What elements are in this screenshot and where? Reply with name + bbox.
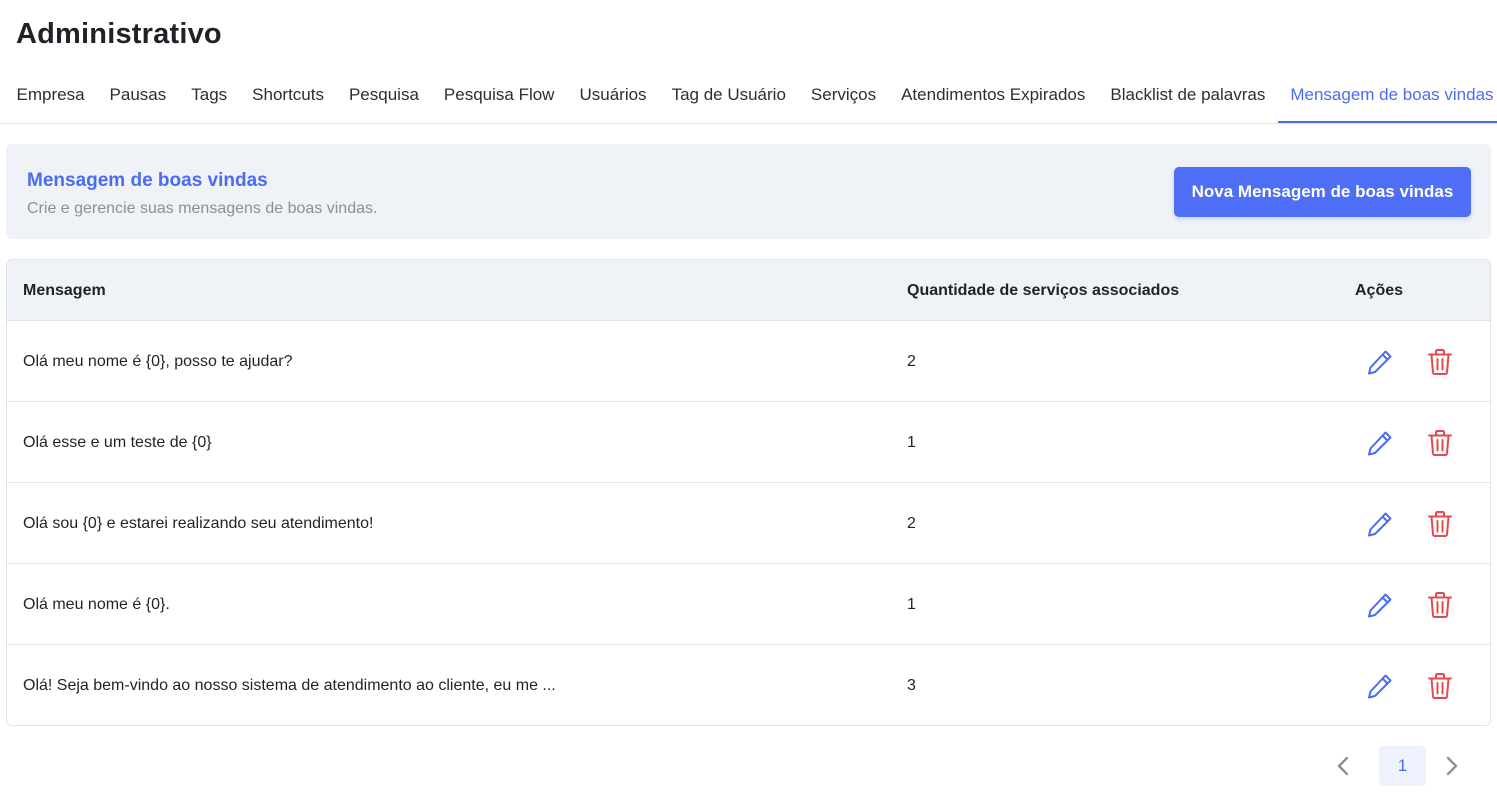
trash-icon [1427, 591, 1453, 619]
row-services-count: 3 [907, 676, 916, 694]
delete-button[interactable] [1424, 589, 1456, 621]
pencil-icon [1366, 672, 1394, 700]
section-title: Mensagem de boas vindas [27, 170, 268, 191]
row-message: Olá esse e um teste de {0} [23, 433, 212, 451]
table-row: Olá! Seja bem-vindo ao nosso sistema de … [7, 645, 1490, 725]
column-header-actions: Ações [1355, 281, 1404, 299]
tab-pausas[interactable]: Pausas [97, 70, 179, 123]
tab-tags[interactable]: Tags [179, 70, 240, 123]
row-message: Olá! Seja bem-vindo ao nosso sistema de … [23, 676, 556, 694]
table-row: Olá sou {0} e estarei realizando seu ate… [7, 483, 1490, 564]
trash-icon [1427, 429, 1453, 457]
tab-usuarios[interactable]: Usuários [567, 70, 659, 123]
previous-page-button[interactable] [1325, 746, 1361, 786]
edit-button[interactable] [1364, 670, 1396, 702]
new-welcome-message-button[interactable]: Nova Mensagem de boas vindas [1174, 167, 1471, 217]
tab-atendimentos-expirados[interactable]: Atendimentos Expirados [889, 70, 1098, 123]
edit-button[interactable] [1364, 427, 1396, 459]
row-services-count: 1 [907, 433, 916, 451]
chevron-right-icon [1446, 756, 1458, 776]
tab-shortcuts[interactable]: Shortcuts [240, 70, 337, 123]
row-message: Olá meu nome é {0}, posso te ajudar? [23, 352, 293, 370]
row-services-count: 1 [907, 595, 916, 613]
row-services-count: 2 [907, 514, 916, 532]
table-header: Mensagem Quantidade de serviços associad… [7, 260, 1490, 321]
edit-button[interactable] [1364, 508, 1396, 540]
page-number-button[interactable]: 1 [1379, 746, 1426, 786]
section-header: Mensagem de boas vindas Crie e gerencie … [6, 144, 1491, 239]
delete-button[interactable] [1424, 508, 1456, 540]
row-services-count: 2 [907, 352, 916, 370]
edit-button[interactable] [1364, 346, 1396, 378]
section-subtitle: Crie e gerencie suas mensagens de boas v… [27, 200, 378, 217]
table-row: Olá esse e um teste de {0} 1 [7, 402, 1490, 483]
pencil-icon [1366, 348, 1394, 376]
column-header-message: Mensagem [23, 281, 106, 299]
admin-tabs: Empresa Pausas Tags Shortcuts Pesquisa Pesqui… [0, 70, 1497, 124]
pagination: 1 [1325, 746, 1470, 786]
page-title: Administrativo [16, 18, 222, 50]
table-body: Olá meu nome é {0}, posso te ajudar? 2 Olá… [7, 321, 1490, 725]
table-row: Olá meu nome é {0}. 1 [7, 564, 1490, 645]
pencil-icon [1366, 429, 1394, 457]
tab-blacklist-de-palavras[interactable]: Blacklist de palavras [1098, 70, 1278, 123]
tab-servicos[interactable]: Serviços [798, 70, 888, 123]
tab-pesquisa[interactable]: Pesquisa [336, 70, 431, 123]
tab-mensagem-de-boas-vindas[interactable]: Mensagem de boas vindas [1277, 70, 1497, 123]
row-message: Olá sou {0} e estarei realizando seu ate… [23, 514, 374, 532]
delete-button[interactable] [1424, 670, 1456, 702]
tab-empresa[interactable]: Empresa [4, 70, 97, 123]
delete-button[interactable] [1424, 346, 1456, 378]
pencil-icon [1366, 591, 1394, 619]
trash-icon [1427, 510, 1453, 538]
tab-pesquisa-flow[interactable]: Pesquisa Flow [431, 70, 567, 123]
welcome-messages-table: Mensagem Quantidade de serviços associad… [6, 259, 1491, 726]
column-header-services-count: Quantidade de serviços associados [907, 281, 1180, 299]
row-message: Olá meu nome é {0}. [23, 595, 170, 613]
delete-button[interactable] [1424, 427, 1456, 459]
pencil-icon [1366, 510, 1394, 538]
chevron-left-icon [1337, 756, 1349, 776]
tab-tag-de-usuario[interactable]: Tag de Usuário [659, 70, 798, 123]
trash-icon [1427, 348, 1453, 376]
edit-button[interactable] [1364, 589, 1396, 621]
next-page-button[interactable] [1434, 746, 1470, 786]
trash-icon [1427, 672, 1453, 700]
table-row: Olá meu nome é {0}, posso te ajudar? 2 [7, 321, 1490, 402]
